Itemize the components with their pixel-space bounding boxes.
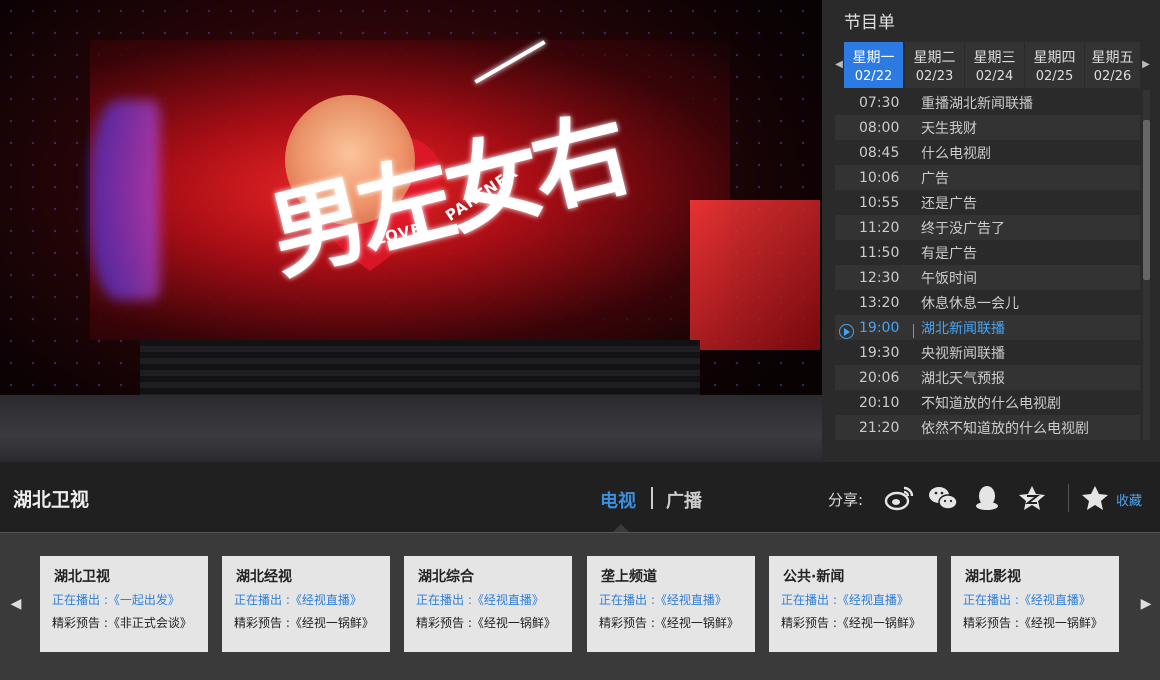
video-player[interactable]: 男左女右 LOVE PARTNER — [0, 0, 822, 462]
program-row[interactable]: 12:30 午饭时间 — [835, 265, 1140, 290]
schedule-title: 节目单 — [844, 13, 895, 33]
day-tab-tue[interactable]: 星期二 02/23 — [905, 42, 964, 88]
program-row[interactable]: 11:20 终于没广告了 — [835, 215, 1140, 240]
program-row[interactable]: 13:20 休息休息一会儿 — [835, 290, 1140, 315]
program-row[interactable]: 10:06 广告 — [835, 165, 1140, 190]
day-next-arrow[interactable]: ▶ — [1141, 42, 1151, 88]
wechat-icon[interactable] — [928, 484, 958, 512]
tab-pointer — [613, 524, 629, 532]
share-divider — [1068, 484, 1069, 512]
play-icon — [839, 323, 854, 339]
stage-floor — [0, 395, 822, 462]
day-tab-mon[interactable]: 星期一 02/22 — [844, 42, 903, 88]
favorite-link[interactable]: 收藏 — [1116, 490, 1142, 509]
stage-left-glow — [90, 100, 160, 300]
stage-right-panel — [690, 200, 820, 350]
program-row[interactable]: 08:45 什么电视剧 — [835, 140, 1140, 165]
channel-card[interactable]: 湖北综合 正在播出 :《经视直播》 精彩预告 :《经视一锅鲜》 — [404, 556, 572, 652]
qq-icon[interactable] — [972, 484, 1002, 512]
channel-card[interactable]: 湖北经视 正在播出 :《经视直播》 精彩预告 :《经视一锅鲜》 — [222, 556, 390, 652]
program-row[interactable]: 08:00 天生我财 — [835, 115, 1140, 140]
tab-divider — [651, 487, 653, 509]
carousel-prev-arrow[interactable]: ◀ — [2, 556, 30, 652]
program-row-current[interactable]: 19:00 湖北新闻联播 — [835, 315, 1140, 340]
program-list: 07:30 重播湖北新闻联播 08:00 天生我财 08:45 什么电视剧 10:06… — [835, 90, 1140, 440]
channel-card[interactable]: 湖北影视 正在播出 :《经视直播》 精彩预告 :《经视一锅鲜》 — [951, 556, 1119, 652]
day-tab-thu[interactable]: 星期四 02/25 — [1025, 42, 1084, 88]
program-row[interactable]: 20:06 湖北天气预报 — [835, 365, 1140, 390]
stage-steps — [140, 340, 700, 395]
day-tab-fri[interactable]: 星期五 02/26 — [1085, 42, 1140, 88]
channel-title: 湖北卫视 — [13, 489, 90, 511]
weibo-icon[interactable] — [884, 484, 914, 512]
program-row[interactable]: 20:10 不知道放的什么电视剧 — [835, 390, 1140, 415]
channel-card[interactable]: 湖北卫视 正在播出 :《一起出发》 精彩预告 :《非正式会谈》 — [40, 556, 208, 652]
qzone-icon[interactable] — [1017, 484, 1047, 512]
program-row[interactable]: 11:50 有是广告 — [835, 240, 1140, 265]
tab-radio[interactable]: 广播 — [666, 487, 702, 513]
day-prev-arrow[interactable]: ◀ — [834, 42, 844, 88]
program-row[interactable]: 10:55 还是广告 — [835, 190, 1140, 215]
day-tab-wed[interactable]: 星期三 02/24 — [965, 42, 1024, 88]
program-row[interactable]: 19:30 央视新闻联播 — [835, 340, 1140, 365]
program-row[interactable]: 07:30 重播湖北新闻联播 — [835, 90, 1140, 115]
tv-player-page: 男左女右 LOVE PARTNER 节目单 ◀ 星期一 02/22 星期二 02… — [0, 0, 1160, 680]
favorite-star-icon[interactable] — [1082, 484, 1112, 512]
carousel-next-arrow[interactable]: ▶ — [1132, 556, 1160, 652]
channel-card[interactable]: 公共·新闻 正在播出 :《经视直播》 精彩预告 :《经视一锅鲜》 — [769, 556, 937, 652]
channel-card[interactable]: 垄上频道 正在播出 :《经视直播》 精彩预告 :《经视一锅鲜》 — [587, 556, 755, 652]
tab-tv[interactable]: 电视 — [600, 487, 636, 513]
schedule-scrollbar-thumb[interactable] — [1143, 120, 1150, 280]
share-label: 分享: — [828, 491, 864, 509]
program-row[interactable]: 21:20 依然不知道放的什么电视剧 — [835, 415, 1140, 440]
